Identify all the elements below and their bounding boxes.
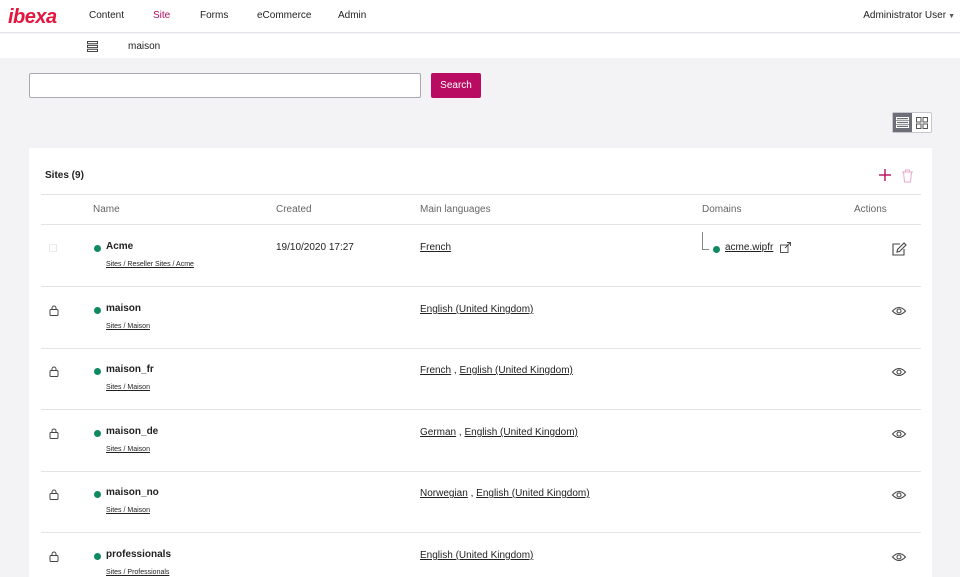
- lock-icon: [49, 428, 59, 439]
- language-link[interactable]: English (United Kingdom): [420, 550, 533, 561]
- lock-icon: [49, 551, 59, 562]
- search-button[interactable]: Search: [431, 73, 481, 98]
- table-row: maison_fr Sites / Maison French , Englis…: [41, 348, 921, 410]
- site-name[interactable]: maison_no: [106, 487, 159, 498]
- nav-item-content[interactable]: Content: [89, 10, 124, 21]
- site-path-link[interactable]: Sites / Reseller Sites / Acme: [106, 261, 194, 268]
- nav-item-forms[interactable]: Forms: [200, 10, 228, 21]
- row-checkbox[interactable]: [49, 244, 57, 252]
- add-site-icon[interactable]: [878, 168, 892, 182]
- languages: English (United Kingdom): [420, 304, 533, 315]
- grid-view-icon: [915, 116, 928, 129]
- edit-icon[interactable]: [891, 242, 907, 256]
- user-menu[interactable]: Administrator User ▼: [863, 10, 955, 21]
- status-dot: [94, 553, 101, 560]
- nav-item-admin[interactable]: Admin: [338, 10, 366, 21]
- search-input[interactable]: [29, 73, 421, 98]
- column-header-actions: Actions: [854, 204, 887, 215]
- view-icon[interactable]: [891, 304, 907, 318]
- list-view-button[interactable]: [893, 113, 912, 132]
- view-icon[interactable]: [891, 365, 907, 379]
- table-row: maison_no Sites / Maison Norwegian , Eng…: [41, 471, 921, 533]
- site-tree-icon[interactable]: [87, 41, 98, 52]
- status-dot: [94, 430, 101, 437]
- column-header-created: Created: [276, 204, 312, 215]
- column-header-name: Name: [93, 204, 120, 215]
- table-row: maison_de Sites / Maison German , Englis…: [41, 410, 921, 472]
- languages: French: [420, 242, 451, 253]
- divider: [41, 194, 921, 195]
- language-link[interactable]: Norwegian: [420, 488, 468, 499]
- domain-link[interactable]: acme.wipfr: [725, 242, 773, 253]
- languages: French , English (United Kingdom): [420, 365, 573, 376]
- nav-item-site[interactable]: Site: [153, 10, 170, 21]
- tree-connector: [702, 232, 709, 250]
- breadcrumb-current[interactable]: maison: [128, 41, 160, 52]
- site-name[interactable]: maison_fr: [106, 364, 154, 375]
- panel-title: Sites (9): [45, 170, 84, 181]
- table-row: Acme Sites / Reseller Sites / Acme 19/10…: [41, 225, 921, 287]
- grid-view-button[interactable]: [912, 113, 931, 132]
- list-view-icon: [896, 117, 909, 128]
- status-dot: [713, 246, 720, 253]
- status-dot: [94, 491, 101, 498]
- site-path-link[interactable]: Sites / Maison: [106, 507, 150, 514]
- language-link[interactable]: French: [420, 365, 451, 376]
- view-icon[interactable]: [891, 488, 907, 502]
- languages: English (United Kingdom): [420, 550, 533, 561]
- lock-icon: [49, 489, 59, 500]
- top-bar: ibexa Content Site Forms eCommerce Admin…: [0, 0, 960, 33]
- site-name[interactable]: maison: [106, 303, 141, 314]
- site-path-link[interactable]: Sites / Professionals: [106, 569, 169, 576]
- language-link[interactable]: English (United Kingdom): [420, 304, 533, 315]
- sites-panel: Sites (9) Name Created Main languages Do…: [29, 148, 932, 577]
- breadcrumb: maison: [0, 34, 960, 58]
- language-link[interactable]: English (United Kingdom): [464, 427, 577, 438]
- view-icon[interactable]: [891, 550, 907, 564]
- languages: Norwegian , English (United Kingdom): [420, 488, 590, 499]
- chevron-down-icon: ▼: [948, 13, 955, 20]
- column-header-languages: Main languages: [420, 204, 491, 215]
- site-name[interactable]: Acme: [106, 241, 133, 252]
- language-link[interactable]: French: [420, 242, 451, 253]
- language-link[interactable]: German: [420, 427, 456, 438]
- lock-icon: [49, 305, 59, 316]
- trash-icon[interactable]: [901, 169, 914, 183]
- external-link-icon[interactable]: [780, 242, 791, 253]
- nav-item-ecommerce[interactable]: eCommerce: [257, 10, 311, 21]
- language-link[interactable]: English (United Kingdom): [476, 488, 589, 499]
- lock-icon: [49, 366, 59, 377]
- status-dot: [94, 307, 101, 314]
- table-row: maison Sites / Maison English (United Ki…: [41, 287, 921, 349]
- status-dot: [94, 245, 101, 252]
- site-path-link[interactable]: Sites / Maison: [106, 323, 150, 330]
- site-name[interactable]: professionals: [106, 549, 171, 560]
- table-row: professionals Sites / Professionals Engl…: [41, 533, 921, 577]
- view-switcher: [892, 112, 932, 133]
- user-name: Administrator User: [863, 10, 947, 21]
- column-header-domains: Domains: [702, 204, 742, 215]
- site-path-link[interactable]: Sites / Maison: [106, 384, 150, 391]
- view-icon[interactable]: [891, 427, 907, 441]
- site-name[interactable]: maison_de: [106, 426, 158, 437]
- language-link[interactable]: English (United Kingdom): [459, 365, 572, 376]
- created-date: 19/10/2020 17:27: [276, 242, 354, 253]
- languages: German , English (United Kingdom): [420, 427, 578, 438]
- status-dot: [94, 368, 101, 375]
- ibexa-logo[interactable]: ibexa: [8, 7, 57, 27]
- site-path-link[interactable]: Sites / Maison: [106, 446, 150, 453]
